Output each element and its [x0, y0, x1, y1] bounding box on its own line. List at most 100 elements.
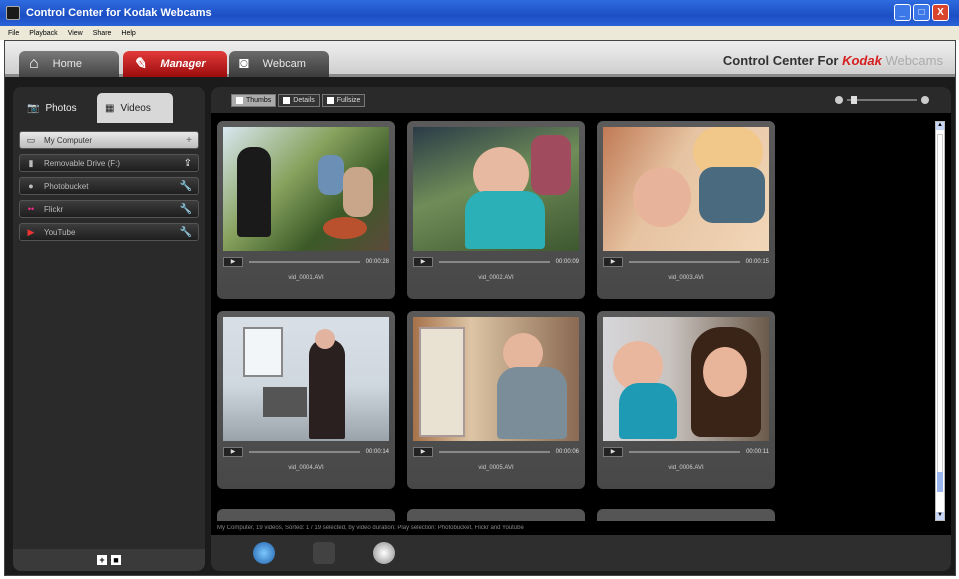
details-icon [283, 97, 291, 104]
app-window: ⌂ Home ✎ Manager ◙ Webcam Control Center… [4, 40, 956, 576]
app-header: ⌂ Home ✎ Manager ◙ Webcam Control Center… [5, 41, 955, 77]
video-duration: 00:00:28 [365, 259, 389, 265]
webcam-icon: ◙ [239, 55, 249, 72]
tab-videos[interactable]: ▦ Videos [97, 93, 173, 123]
seek-bar[interactable] [629, 451, 741, 453]
seek-bar[interactable] [439, 451, 550, 453]
video-filename: vid_0005.AVI [478, 465, 514, 471]
source-removable-drive[interactable]: ▮ Removable Drive (F:) ⇪ [19, 154, 199, 172]
source-list: ▭ My Computer + ▮ Removable Drive (F:) ⇪… [19, 131, 199, 246]
remove-source-button[interactable]: ■ [111, 555, 121, 565]
drive-icon: ▮ [28, 157, 34, 168]
video-duration: 00:00:09 [555, 259, 579, 265]
wrench-icon[interactable]: 🔧 [180, 181, 192, 192]
wrench-icon[interactable]: 🔧 [180, 204, 192, 215]
view-label: Details [293, 97, 315, 104]
zoom-in-icon[interactable] [921, 96, 929, 104]
brand-logo: Control Center For Kodak Webcams [723, 53, 943, 68]
brand-kodak: Kodak [842, 53, 882, 68]
source-photobucket[interactable]: ● Photobucket 🔧 [19, 177, 199, 195]
zoom-track[interactable] [847, 96, 917, 104]
menu-help[interactable]: Help [121, 30, 135, 37]
view-label: Thumbs [246, 97, 272, 104]
source-actions: + ■ [13, 549, 205, 571]
tab-home[interactable]: ⌂ Home [19, 51, 119, 77]
seek-bar[interactable] [249, 451, 360, 453]
video-preview[interactable] [603, 127, 769, 251]
video-preview[interactable] [223, 127, 389, 251]
video-thumbnail[interactable]: ▶ 00:00:11 vid_0006.AVI [597, 311, 775, 489]
zoom-slider[interactable] [835, 96, 929, 104]
video-thumbnail[interactable]: ▶ 00:00:28 vid_0001.AVI [217, 121, 395, 299]
tab-home-label: Home [52, 58, 83, 70]
view-thumbs-button[interactable]: Thumbs [231, 94, 277, 107]
video-filename: vid_0004.AVI [288, 465, 324, 471]
menu-share[interactable]: Share [93, 30, 112, 37]
zoom-knob[interactable] [851, 96, 857, 104]
flickr-icon: •• [27, 204, 35, 214]
fullsize-icon [326, 97, 334, 104]
maximize-button[interactable]: □ [913, 4, 930, 21]
video-filename: vid_0003.AVI [668, 275, 704, 281]
window-titlebar: Control Center for Kodak Webcams _ □ X [0, 0, 959, 26]
menu-file[interactable]: File [8, 30, 19, 37]
tab-photos[interactable]: 📷 Photos [19, 93, 93, 123]
minimize-button[interactable]: _ [894, 4, 911, 21]
view-fullsize-button[interactable]: Fullsize [321, 94, 366, 107]
video-preview[interactable] [413, 127, 579, 251]
play-button[interactable]: ▶ [413, 257, 433, 267]
play-button[interactable]: ▶ [603, 447, 623, 457]
video-filename: vid_0001.AVI [288, 275, 324, 281]
play-button[interactable]: ▶ [603, 257, 623, 267]
video-thumbnail-partial[interactable] [217, 509, 395, 521]
video-preview[interactable] [223, 317, 389, 441]
vertical-scrollbar[interactable]: ▲ ▼ [935, 121, 945, 521]
menu-playback[interactable]: Playback [29, 30, 57, 37]
close-button[interactable]: X [932, 4, 949, 21]
play-button[interactable]: ▶ [223, 447, 243, 457]
seek-bar[interactable] [439, 261, 550, 263]
video-filename: vid_0002.AVI [478, 275, 514, 281]
video-preview[interactable] [603, 317, 769, 441]
video-thumbnail[interactable]: ▶ 00:00:15 vid_0003.AVI [597, 121, 775, 299]
menu-view[interactable]: View [68, 30, 83, 37]
view-toolbar: Thumbs Details Fullsize [211, 87, 951, 113]
manager-icon: ✎ [133, 56, 147, 73]
video-thumbnail-partial[interactable] [597, 509, 775, 521]
menu-bar: File Playback View Share Help [0, 26, 959, 40]
share-icon[interactable] [253, 542, 275, 564]
source-my-computer[interactable]: ▭ My Computer + [19, 131, 199, 149]
video-preview[interactable] [413, 317, 579, 441]
source-flickr[interactable]: •• Flickr 🔧 [19, 200, 199, 218]
scroll-thumb[interactable] [937, 472, 943, 492]
video-thumbnail[interactable]: ▶ 00:00:06 vid_0005.AVI [407, 311, 585, 489]
source-youtube[interactable]: ▶ YouTube 🔧 [19, 223, 199, 241]
source-label: Removable Drive (F:) [44, 158, 121, 168]
scroll-track[interactable] [937, 134, 943, 474]
seek-bar[interactable] [629, 261, 740, 263]
play-button[interactable]: ▶ [413, 447, 433, 457]
wrench-icon[interactable]: 🔧 [180, 227, 192, 238]
film-reel-icon[interactable] [373, 542, 395, 564]
thumbs-icon [236, 97, 243, 104]
add-source-button[interactable]: + [97, 555, 107, 565]
scroll-up-icon[interactable]: ▲ [936, 122, 944, 130]
youtube-icon: ▶ [27, 226, 35, 237]
source-panel: 📷 Photos ▦ Videos ▭ My Computer + ▮ Remo… [13, 87, 205, 571]
video-thumbnail[interactable]: ▶ 00:00:09 vid_0002.AVI [407, 121, 585, 299]
video-thumbnail-partial[interactable] [407, 509, 585, 521]
view-details-button[interactable]: Details [278, 94, 320, 107]
scroll-down-icon[interactable]: ▼ [936, 512, 944, 520]
zoom-out-icon[interactable] [835, 96, 843, 104]
tab-manager[interactable]: ✎ Manager [123, 51, 227, 77]
edit-icon[interactable] [313, 542, 335, 564]
play-button[interactable]: ▶ [223, 257, 243, 267]
add-icon[interactable]: + [186, 135, 192, 146]
video-duration: 00:00:11 [746, 449, 769, 455]
tab-webcam[interactable]: ◙ Webcam [229, 51, 329, 77]
import-icon[interactable]: ⇪ [184, 158, 192, 169]
source-label: Flickr [44, 204, 64, 214]
seek-bar[interactable] [249, 261, 360, 263]
source-label: Photobucket [44, 181, 89, 191]
video-thumbnail[interactable]: ▶ 00:00:14 vid_0004.AVI [217, 311, 395, 489]
